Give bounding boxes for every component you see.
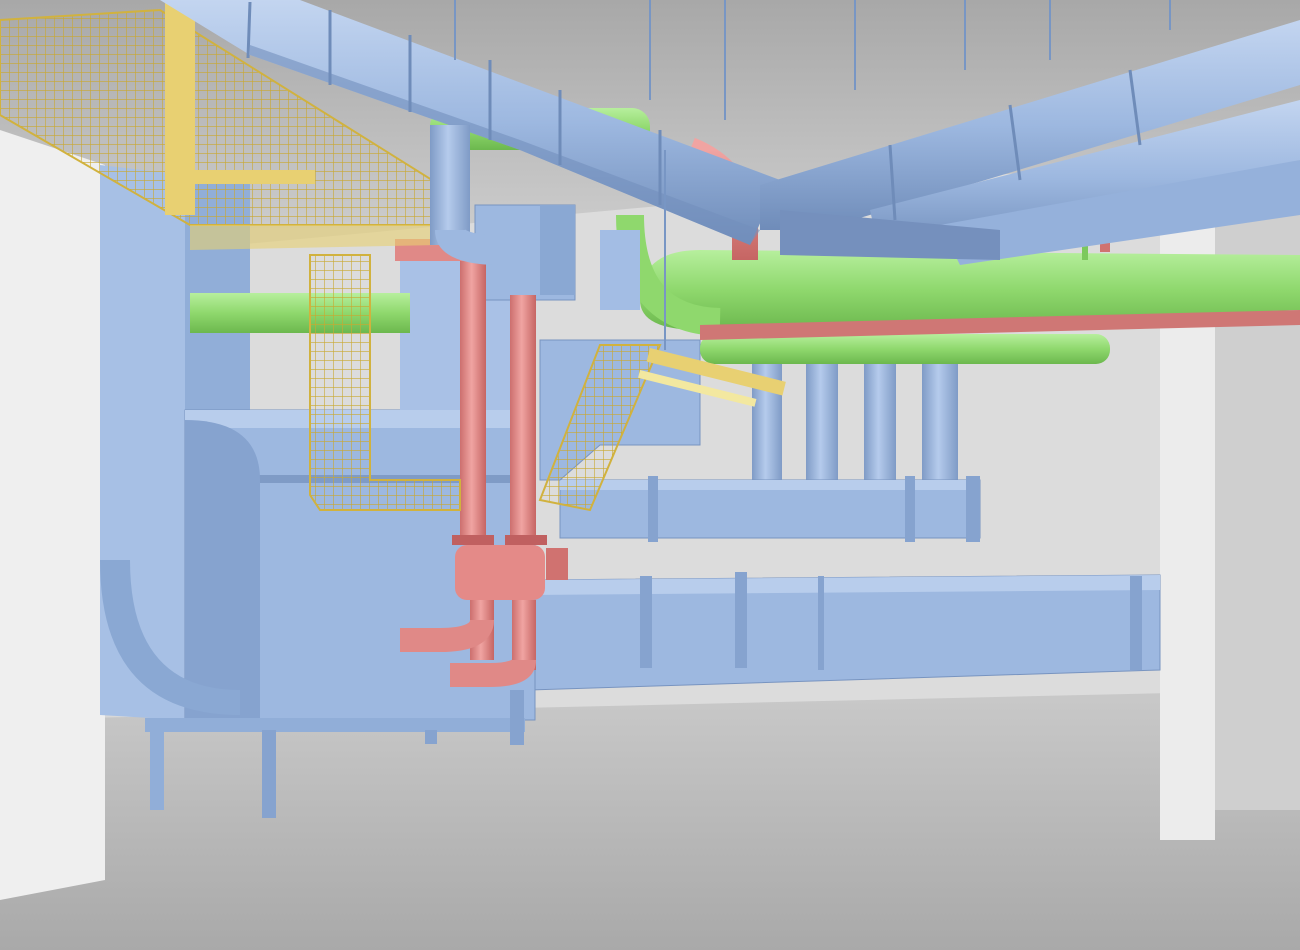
right-column (1160, 140, 1215, 840)
rect-duct-middle (559, 476, 981, 542)
left-wall (0, 130, 105, 900)
right-column-side (1215, 150, 1300, 810)
mep-render-scene (0, 0, 1300, 950)
rect-duct-lower (529, 572, 1161, 691)
